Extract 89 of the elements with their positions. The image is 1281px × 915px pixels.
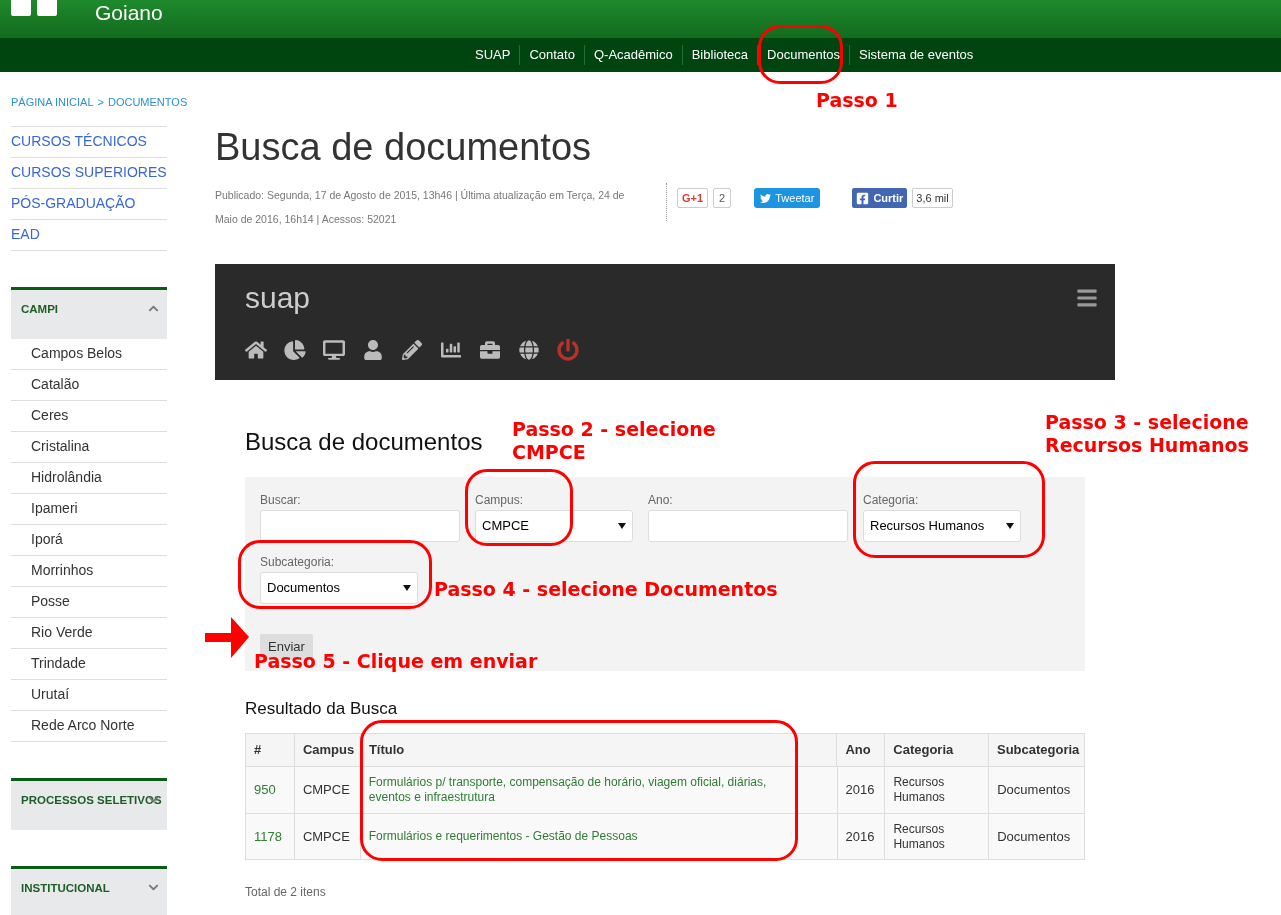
step-annotation: Passo 4 - selecione Documentos [434,578,778,601]
results-title: Resultado da Busca [245,698,399,720]
sidebar-item[interactable]: Ceres [31,405,69,426]
title-link[interactable]: Formulários p/ transporte, compensação de horário, viagem oficial, diárias, eventos e infraestrutura [368,775,794,805]
sidebar-item[interactable]: Ipameri [31,498,78,519]
share-count: 2 [713,188,732,208]
column-header: Título [368,741,405,760]
select-field[interactable]: CMPCE [475,510,633,542]
column-header: Subcategoria [997,741,1080,760]
breadcrumb-link[interactable]: PÁGINA INICIAL [11,94,94,111]
sidebar-item[interactable]: Posse [31,591,70,612]
table-cell-text: Documentos [997,781,1071,800]
caret-icon [1006,523,1014,529]
logo-icon [11,0,57,16]
sidebar-item[interactable]: Catalão [31,374,80,395]
briefcase-icon[interactable] [479,340,501,360]
sidebar-link[interactable]: EAD [11,224,40,245]
column-header: Ano [845,741,871,760]
form-title: Busca de documentos [245,427,483,457]
id-link[interactable]: 950 [254,780,276,800]
sidebar-item[interactable]: Urutaí [31,684,70,705]
greater-than-sign: > [97,95,104,110]
nav-link[interactable]: Biblioteca [682,45,758,65]
google-plus-button[interactable]: G+1 [677,188,709,208]
table-cell-text: 2016 [845,781,875,800]
page-title: Busca de documentos [215,125,592,170]
bar-chart-icon[interactable] [440,340,462,360]
caret-icon [618,523,626,529]
table-cell-text: Recursos Humanos [893,775,946,805]
monitor-icon[interactable] [323,340,345,360]
column-header: # [254,741,262,760]
bird-icon [760,192,772,204]
sidebar-item[interactable]: Trindade [31,653,86,674]
power-icon[interactable] [557,339,579,361]
nav-link[interactable]: SUAP [466,45,520,65]
sidebar-section-header[interactable]: CAMPI [11,286,167,339]
field-label: Buscar: [260,493,302,507]
globe-icon[interactable] [518,340,540,360]
f-logo-icon [856,191,870,205]
id-link[interactable]: 1178 [254,826,282,847]
caret-icon [403,585,411,591]
arrow-icon [205,617,249,658]
nav-link[interactable]: Q-Acadêmico [584,45,682,65]
step-annotation: Passo 1 [816,89,898,112]
sidebar-item[interactable]: Morrinhos [31,560,94,581]
home-icon[interactable] [245,340,267,360]
sidebar-item[interactable]: Rede Arco Norte [31,715,135,736]
title-link[interactable]: Formulários e requerimentos - Gestão de Pessoas [368,829,794,844]
sidebar-item[interactable]: Hidrolândia [31,467,102,488]
field-label: Subcategoria: [260,555,336,569]
sidebar-item[interactable]: Iporá [31,529,63,550]
sidebar-link[interactable]: CURSOS SUPERIORES [11,162,167,183]
column-header: Campus [302,741,355,760]
site-name: Goiano [95,1,163,25]
input-field[interactable] [260,510,460,542]
pencil-icon[interactable] [401,340,423,360]
table-cell-text: Documentos [997,827,1071,846]
input-field[interactable] [648,510,848,542]
sidebar-item[interactable]: Campos Belos [31,343,123,364]
breadcrumb-link[interactable]: DOCUMENTOS [107,94,188,111]
step-annotation: Passo 2 - selecione CMPCE [512,418,717,464]
sidebar-section-header[interactable]: INSTITUCIONAL [11,865,167,915]
nav-link[interactable]: Contato [520,45,584,65]
sidebar-link[interactable]: CURSOS TÉCNICOS [11,131,147,152]
table-cell-text: CMPCE [302,781,350,800]
nav-link[interactable]: Sistema de eventos [850,45,983,65]
field-label: Ano: [648,493,674,507]
select-field[interactable]: Recursos Humanos [863,510,1021,542]
like-count: 3,6 mil [912,188,953,208]
suap-logo: suap [245,280,311,316]
menu-icon[interactable] [1074,287,1100,309]
pie-chart-icon[interactable] [284,340,306,360]
sidebar-link[interactable]: PÓS-GRADUAÇÃO [11,193,136,214]
step-annotation: Passo 3 - selecione Recursos Humanos [1045,411,1250,457]
field-label: Campus: [475,493,525,507]
user-icon[interactable] [362,340,384,360]
results-total: Total de 2 itens [245,884,327,901]
sidebar-item[interactable]: Rio Verde [31,622,93,643]
article-meta: Publicado: Segunda, 17 de Agosto de 2015, 13h46 | Última atualização em Terça, 24 de Maio de 2016, 16h14 | Acessos: 52021 [215,188,626,227]
column-header: Categoria [893,741,954,760]
table-cell-text: 2016 [845,827,875,846]
sidebar-item[interactable]: Cristalina [31,436,90,457]
table-cell-text: CMPCE [302,827,350,846]
select-field[interactable]: Documentos [260,572,418,604]
table-cell-text: Recursos Humanos [893,821,946,852]
like-button[interactable]: Curtir [852,188,908,208]
field-label: Categoria: [863,493,920,507]
nav-link[interactable]: Documentos [758,45,850,65]
sidebar-section-header[interactable]: PROCESSOS SELETIVOS [11,777,167,830]
